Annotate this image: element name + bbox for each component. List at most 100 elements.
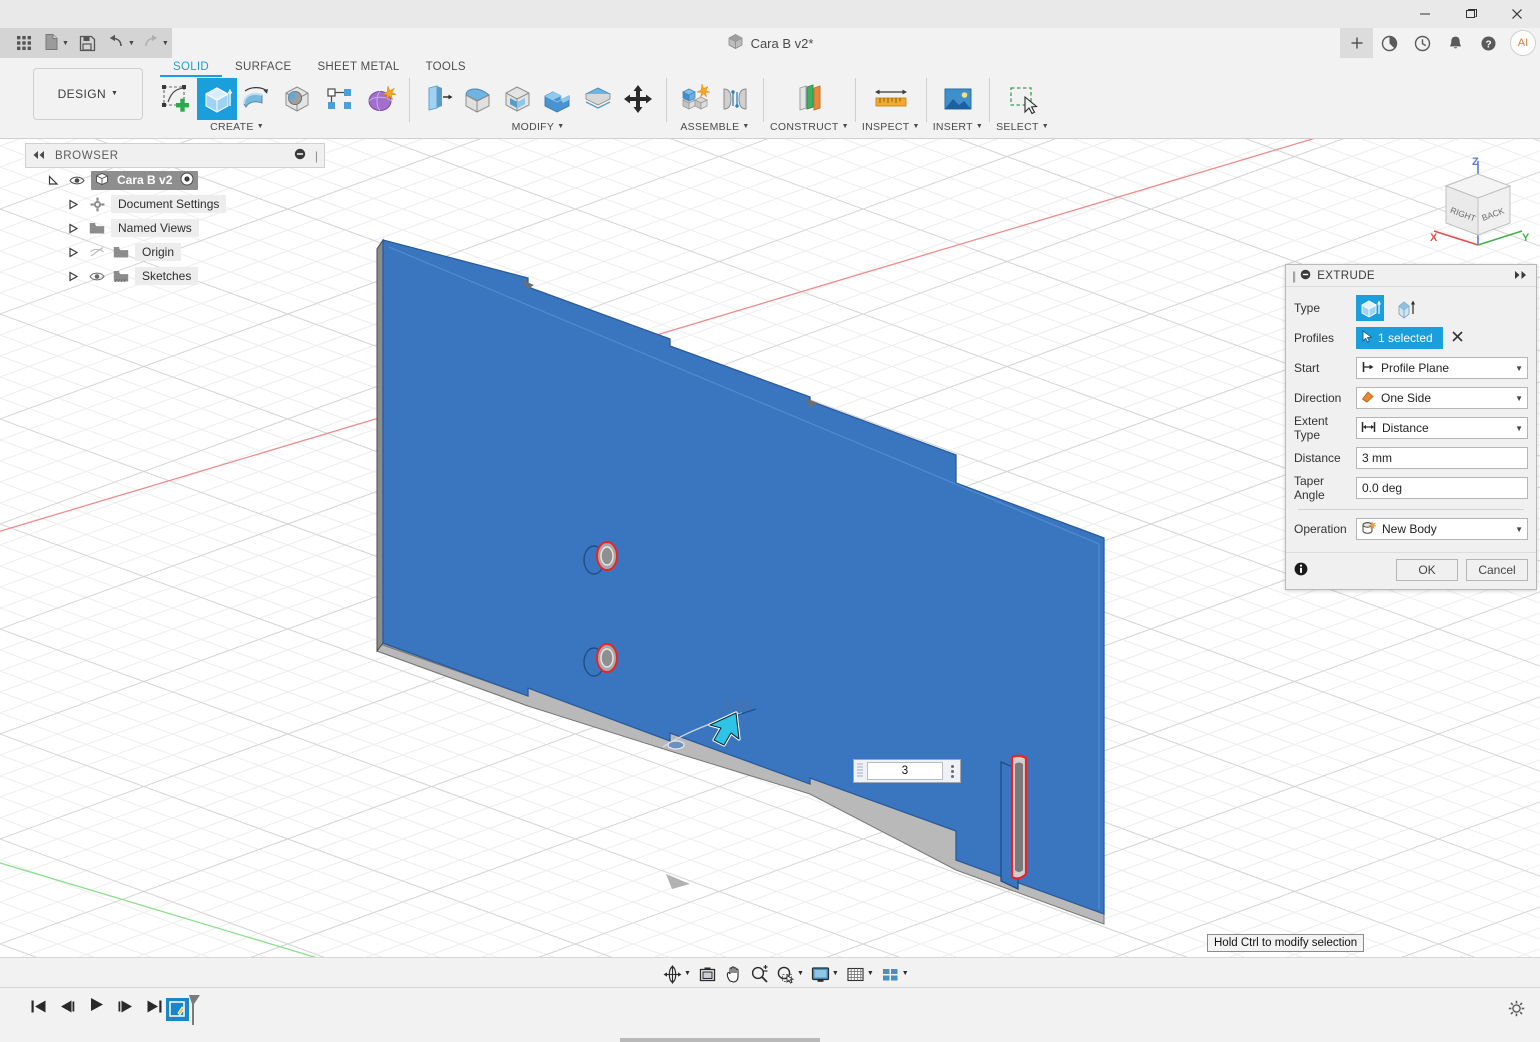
value-input-field[interactable]: 3 (867, 762, 943, 780)
timeline-feature-sketch[interactable] (166, 991, 198, 1025)
ok-button[interactable]: OK (1396, 559, 1458, 581)
tab-tools[interactable]: TOOLS (413, 58, 479, 73)
redo-button[interactable]: ▼ (138, 28, 172, 58)
dialog-expand-icon[interactable] (1514, 269, 1530, 283)
chevron-down-icon[interactable]: ▼ (797, 970, 804, 977)
dialog-grip-icon[interactable]: || (1292, 269, 1294, 283)
browser-item-named-views[interactable]: Named Views (25, 216, 325, 240)
browser-resize-grip[interactable]: | (315, 149, 318, 163)
panel-label-modify[interactable]: MODIFY ▼ (512, 120, 565, 134)
tab-solid[interactable]: SOLID (160, 58, 222, 77)
new-tab-button[interactable] (1340, 28, 1373, 58)
revolve-tool[interactable] (237, 78, 277, 120)
value-input-grip[interactable] (854, 760, 866, 782)
browser-item-origin[interactable]: Origin (25, 240, 325, 264)
combine-tool[interactable] (538, 78, 578, 120)
expand-triangle-icon[interactable] (63, 199, 83, 210)
extrude-type-solid-button[interactable] (1356, 295, 1384, 321)
help-icon[interactable]: ? (1472, 28, 1505, 58)
chevron-down-icon[interactable]: ▼ (1515, 394, 1523, 403)
panel-label-insert[interactable]: INSERT ▼ (933, 120, 983, 134)
extrude-dialog-header[interactable]: || EXTRUDE (1286, 265, 1536, 287)
viewports-tool[interactable]: ▼ (878, 962, 912, 986)
window-minimize-button[interactable] (1402, 0, 1448, 28)
visibility-eye-icon[interactable] (67, 175, 87, 186)
view-cube[interactable]: X Y Z RIGHT BACK (1422, 147, 1534, 257)
timeline-step-forward-button[interactable] (115, 996, 135, 1016)
chevron-down-icon[interactable]: ▼ (902, 970, 909, 977)
browser-item-document-settings[interactable]: Document Settings (25, 192, 325, 216)
viewport-canvas[interactable]: 3.00 3 Hold Ctrl to modify selection 1 P… (0, 139, 1540, 957)
orbit-tool[interactable]: ▼ (660, 962, 694, 986)
chevron-down-icon[interactable]: ▼ (867, 970, 874, 977)
slot-cutout[interactable] (1001, 756, 1026, 889)
window-selection-tool[interactable] (1003, 78, 1043, 120)
expand-triangle-icon[interactable] (63, 247, 83, 258)
recent-icon[interactable] (1406, 28, 1439, 58)
panel-label-construct[interactable]: CONSTRUCT ▼ (770, 120, 849, 134)
press-pull-tool[interactable] (418, 78, 458, 120)
visibility-eye-icon[interactable] (87, 271, 107, 282)
extrude-taper-angle-input[interactable]: 0.0 deg (1356, 477, 1528, 499)
timeline-go-to-end-button[interactable] (144, 996, 164, 1016)
save-button[interactable] (72, 28, 104, 58)
shell-tool[interactable] (498, 78, 538, 120)
chevron-down-icon[interactable]: ▼ (1515, 424, 1523, 433)
chevron-down-icon[interactable]: ▼ (832, 970, 839, 977)
browser-root-chip[interactable]: Cara B v2 (91, 171, 198, 190)
manipulator-dimension-label[interactable]: 3.00 (724, 697, 753, 713)
offset-face-tool[interactable] (578, 78, 618, 120)
undo-button[interactable]: ▼ (104, 28, 138, 58)
zoom-tool[interactable] (747, 962, 772, 986)
chevron-down-icon[interactable]: ▼ (684, 970, 691, 977)
extrude-direction-combo[interactable]: One Side ▼ (1356, 387, 1528, 409)
job-status-icon[interactable] (1373, 28, 1406, 58)
active-component-icon[interactable] (180, 172, 194, 189)
browser-item-root[interactable]: Cara B v2 (25, 168, 325, 192)
chevron-down-icon[interactable]: ▼ (1515, 525, 1523, 534)
visibility-hidden-icon[interactable] (87, 246, 107, 258)
pan-tool[interactable] (721, 962, 746, 986)
tab-surface[interactable]: SURFACE (222, 58, 304, 73)
extrude-tool[interactable] (197, 78, 237, 120)
new-document-button[interactable]: ▼ (40, 28, 72, 58)
joint-tool[interactable] (715, 78, 755, 120)
panel-label-assemble[interactable]: ASSEMBLE ▼ (680, 120, 749, 134)
timeline-scrollbar[interactable] (620, 1038, 820, 1042)
expand-triangle-icon[interactable] (63, 223, 83, 234)
timeline-settings-gear-icon[interactable] (1506, 998, 1526, 1018)
extrude-profiles-selection[interactable]: 1 selected (1356, 327, 1443, 349)
cancel-button[interactable]: Cancel (1466, 559, 1528, 581)
grid-snaps-tool[interactable]: ▼ (843, 962, 877, 986)
extrude-type-taper-button[interactable] (1392, 295, 1420, 321)
timeline-go-to-beginning-button[interactable] (28, 996, 48, 1016)
window-close-button[interactable] (1494, 0, 1540, 28)
expand-triangle-icon[interactable] (43, 175, 63, 186)
measure-tool[interactable] (871, 78, 911, 120)
move-copy-tool[interactable] (618, 78, 658, 120)
workspace-selector[interactable]: DESIGN ▼ (33, 68, 143, 120)
avatar[interactable]: AI (1510, 30, 1536, 56)
browser-item-sketches[interactable]: Sketches (25, 264, 325, 288)
extrude-dialog[interactable]: || EXTRUDE Type (1285, 264, 1537, 590)
dialog-collapse-icon[interactable] (1300, 269, 1311, 283)
create-form-tool[interactable] (361, 78, 401, 120)
browser-minimize-icon[interactable] (294, 148, 306, 163)
timeline-play-button[interactable] (86, 996, 106, 1016)
timeline-step-back-button[interactable] (57, 996, 77, 1016)
new-component-tool[interactable] (675, 78, 715, 120)
panel-label-inspect[interactable]: INSPECT ▼ (862, 120, 920, 134)
distance-value-input[interactable]: 3 (853, 759, 961, 783)
sweep-tool[interactable] (277, 78, 317, 120)
extrude-distance-input[interactable]: 3 mm (1356, 447, 1528, 469)
extrude-start-combo[interactable]: Profile Plane ▼ (1356, 357, 1528, 379)
model-top-face[interactable] (383, 240, 1104, 914)
notifications-icon[interactable] (1439, 28, 1472, 58)
window-maximize-button[interactable] (1448, 0, 1494, 28)
collapse-left-icon[interactable] (32, 149, 46, 163)
extrude-operation-combo[interactable]: New Body ▼ (1356, 518, 1528, 540)
panel-label-create[interactable]: CREATE ▼ (210, 120, 264, 134)
value-input-menu-icon[interactable] (944, 765, 960, 778)
panel-label-select[interactable]: SELECT ▼ (996, 120, 1049, 134)
app-grid-icon[interactable] (8, 28, 40, 58)
